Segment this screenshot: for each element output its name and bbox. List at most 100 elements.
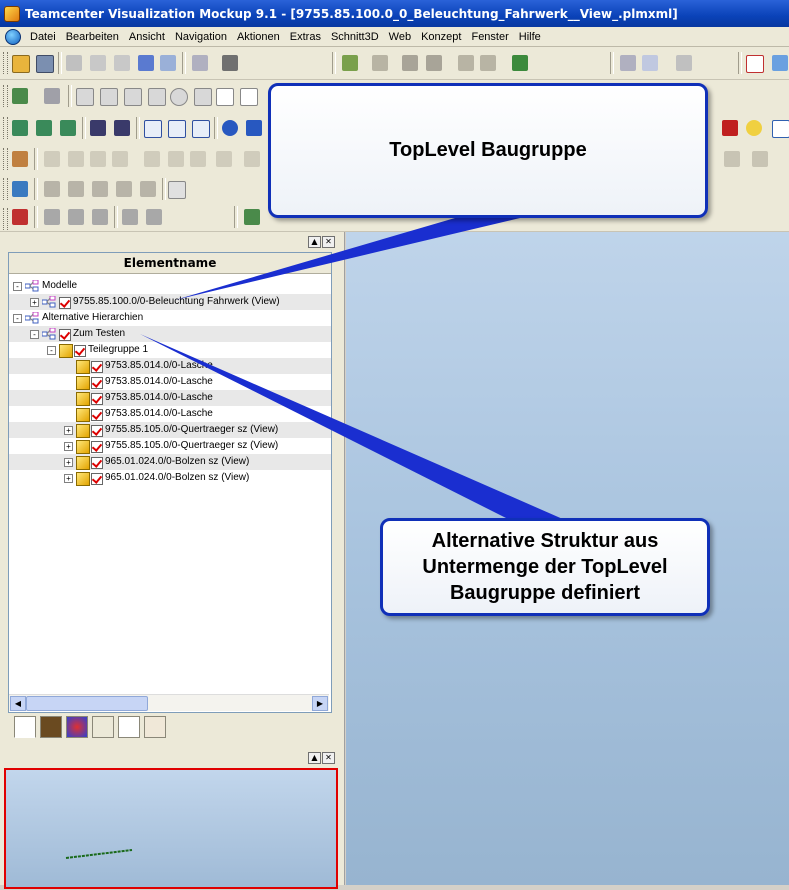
- close-pane-button[interactable]: ✕: [322, 236, 335, 248]
- visibility-checkbox-icon[interactable]: [59, 329, 71, 341]
- menu-navigation[interactable]: Navigation: [170, 31, 232, 43]
- visibility-checkbox-icon[interactable]: [91, 457, 103, 469]
- menu-konzept[interactable]: Konzept: [416, 31, 466, 43]
- assembly-icon[interactable]: [372, 55, 388, 71]
- pan-icon[interactable]: [246, 120, 262, 136]
- pointer-icon[interactable]: [76, 88, 94, 106]
- scroll-left-icon[interactable]: ◀: [10, 696, 26, 711]
- tree-row[interactable]: 9753.85.014.0/0-Lasche: [9, 374, 331, 390]
- visibility-checkbox-icon[interactable]: [91, 425, 103, 437]
- toolbar-grip[interactable]: [3, 117, 8, 139]
- diamond-icon[interactable]: [772, 55, 788, 71]
- curve-icon[interactable]: [90, 151, 106, 167]
- column-header-elementname[interactable]: Elementname: [9, 253, 331, 274]
- figure-icon[interactable]: [60, 120, 76, 136]
- tree-row[interactable]: +9755.85.100.0/0-Beleuchtung Fahrwerk (V…: [9, 294, 331, 310]
- part-filter-icon[interactable]: [140, 181, 156, 197]
- tab-network-icon[interactable]: [144, 716, 166, 738]
- tab-structure-icon[interactable]: [14, 716, 36, 738]
- lock-icon[interactable]: [480, 55, 496, 71]
- collapse-icon[interactable]: -: [30, 330, 39, 339]
- tree-row[interactable]: +9755.85.105.0/0-Quertraeger sz (View): [9, 422, 331, 438]
- menu-extras[interactable]: Extras: [285, 31, 326, 43]
- link-icon[interactable]: [402, 55, 418, 71]
- record-icon[interactable]: [12, 209, 28, 225]
- toolbar-grip[interactable]: [3, 178, 8, 200]
- unlink-icon[interactable]: [426, 55, 442, 71]
- last-frame-icon[interactable]: [114, 120, 130, 136]
- tab-materials-icon[interactable]: [66, 716, 88, 738]
- tree-row[interactable]: - Teilegruppe 1: [9, 342, 331, 358]
- zoom-window-icon[interactable]: [168, 120, 186, 138]
- corner-icon[interactable]: [190, 151, 206, 167]
- structure-tree-icon[interactable]: [244, 209, 260, 225]
- rounded-rectangle-icon[interactable]: [240, 88, 258, 106]
- freehand-icon[interactable]: [100, 88, 118, 106]
- collapse-icon[interactable]: -: [13, 314, 22, 323]
- print-setup-icon[interactable]: [620, 55, 636, 71]
- scroll-right-icon[interactable]: ▶: [312, 696, 328, 711]
- rotate-icon[interactable]: [222, 120, 238, 136]
- binoculars-icon[interactable]: [222, 55, 238, 71]
- tree-row[interactable]: - Alternative Hierarchien: [9, 310, 331, 326]
- angle-icon[interactable]: [112, 151, 128, 167]
- arc-icon[interactable]: [216, 151, 232, 167]
- structure-tree[interactable]: Elementname - Modelle +9755.85.100.0/0-Bel…: [8, 252, 332, 713]
- collapse-icon[interactable]: -: [47, 346, 56, 355]
- refresh-icon[interactable]: [752, 151, 768, 167]
- menu-hilfe[interactable]: Hilfe: [514, 31, 546, 43]
- radius-icon[interactable]: [244, 151, 260, 167]
- expand-icon[interactable]: +: [64, 458, 73, 467]
- menu-web[interactable]: Web: [384, 31, 416, 43]
- paste-icon[interactable]: [114, 55, 130, 71]
- horizontal-scrollbar[interactable]: ◀ ▶: [9, 694, 329, 711]
- play-icon[interactable]: [44, 209, 60, 225]
- polyline-icon[interactable]: [148, 88, 166, 106]
- fit-all-icon[interactable]: [144, 120, 162, 138]
- tab-markup-icon[interactable]: [92, 716, 114, 738]
- document-menu-icon[interactable]: [5, 28, 21, 45]
- fit-selection-icon[interactable]: [192, 120, 210, 138]
- split-view-icon[interactable]: [146, 209, 162, 225]
- expand-icon[interactable]: +: [30, 298, 39, 307]
- expand-icon[interactable]: +: [64, 474, 73, 483]
- window-layout-icon[interactable]: [122, 209, 138, 225]
- tree-add-icon[interactable]: [12, 88, 28, 104]
- toolbar-grip[interactable]: [3, 208, 8, 230]
- menu-ansicht[interactable]: Ansicht: [124, 31, 170, 43]
- lock-assembly-icon[interactable]: [458, 55, 474, 71]
- rectangle-icon[interactable]: [216, 88, 234, 106]
- menu-schnitt3d[interactable]: Schnitt3D: [326, 31, 384, 43]
- structure-icon[interactable]: [342, 55, 358, 71]
- part-move-icon[interactable]: [116, 181, 132, 197]
- visibility-checkbox-icon[interactable]: [74, 345, 86, 357]
- visibility-checkbox-icon[interactable]: [59, 297, 71, 309]
- tree-row[interactable]: +965.01.024.0/0-Bolzen sz (View): [9, 454, 331, 470]
- toolbar-grip[interactable]: [3, 52, 8, 74]
- tree-row[interactable]: +965.01.024.0/0-Bolzen sz (View): [9, 470, 331, 486]
- tree-row[interactable]: 9753.85.014.0/0-Lasche: [9, 390, 331, 406]
- arrow-distance-icon[interactable]: [168, 151, 184, 167]
- minimize-preview-button[interactable]: ▲: [308, 752, 321, 764]
- tree-row[interactable]: - Zum Testen: [9, 326, 331, 342]
- select-icon[interactable]: [746, 55, 764, 73]
- distance-icon[interactable]: [68, 151, 84, 167]
- cut-icon[interactable]: [66, 55, 82, 71]
- light-icon[interactable]: [746, 120, 762, 136]
- part-hide-icon[interactable]: [68, 181, 84, 197]
- point-icon[interactable]: [44, 151, 60, 167]
- section-icon[interactable]: [722, 120, 738, 136]
- print-preview-icon[interactable]: [642, 55, 658, 71]
- menu-fenster[interactable]: Fenster: [466, 31, 513, 43]
- menu-datei[interactable]: Datei: [25, 31, 61, 43]
- collapse-icon[interactable]: -: [13, 282, 22, 291]
- menu-aktionen[interactable]: Aktionen: [232, 31, 285, 43]
- menu-bearbeiten[interactable]: Bearbeiten: [61, 31, 124, 43]
- save-icon[interactable]: [36, 55, 54, 73]
- tab-filmstrip-icon[interactable]: [40, 716, 62, 738]
- page-icon[interactable]: [676, 55, 692, 71]
- open-folder-icon[interactable]: [12, 55, 30, 73]
- first-frame-icon[interactable]: [90, 120, 106, 136]
- minimize-pane-button[interactable]: ▲: [308, 236, 321, 248]
- ellipse-icon[interactable]: [170, 88, 188, 106]
